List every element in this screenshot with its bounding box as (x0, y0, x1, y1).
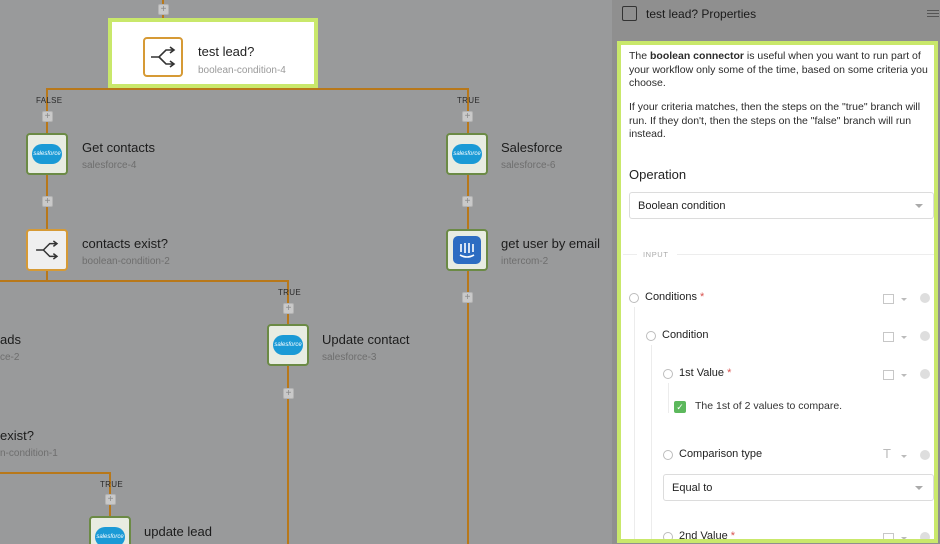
step-title[interactable]: ads (0, 332, 21, 347)
expand-toggle[interactable] (629, 293, 639, 303)
wire (46, 88, 469, 90)
status-dot (920, 331, 930, 341)
salesforce-logo-icon: salesforce (95, 527, 125, 544)
chevron-down-icon[interactable] (901, 298, 907, 301)
step-title[interactable]: get user by email (501, 236, 600, 251)
branch-label-true: TRUE (457, 96, 480, 105)
properties-panel: test lead? Properties The boolean connec… (612, 0, 940, 544)
first-value-label: 1st Value * (679, 367, 732, 379)
panel-body: The boolean connector is useful when you… (617, 41, 938, 543)
step-id: salesforce-6 (501, 160, 556, 171)
add-step-button[interactable]: + (462, 111, 473, 122)
add-step-button[interactable]: + (283, 303, 294, 314)
comparison-type-label: Comparison type (679, 448, 763, 460)
step-title[interactable]: Update contact (322, 332, 409, 347)
checkbox-type-icon[interactable] (883, 533, 894, 539)
add-step-button[interactable]: + (462, 196, 473, 207)
chevron-down-icon[interactable] (901, 374, 907, 377)
step-id: boolean-condition-4 (198, 65, 286, 76)
second-value-label: 2nd Value * (679, 530, 736, 542)
step-title[interactable]: update lead (144, 524, 212, 539)
branch-label-true: TRUE (100, 480, 123, 489)
operation-label: Operation (629, 167, 687, 182)
input-section-label: INPUT (643, 250, 669, 259)
settings-sliders-icon (622, 6, 637, 21)
first-value-checkbox-label: The 1st of 2 values to compare. (695, 400, 843, 412)
list-type-icon[interactable] (883, 294, 894, 304)
text-type-icon[interactable]: T (883, 446, 891, 461)
salesforce-step-icon[interactable]: salesforce (26, 133, 68, 175)
panel-title: test lead? Properties (646, 7, 757, 21)
expand-toggle[interactable] (663, 450, 673, 460)
wire (0, 472, 110, 474)
status-dot (920, 532, 930, 539)
salesforce-logo-icon: salesforce (452, 144, 482, 164)
chevron-down-icon (915, 486, 923, 490)
intercom-logo-icon (453, 236, 481, 264)
description-branches: If your criteria matches, then the steps… (629, 101, 921, 140)
operation-value: Boolean condition (638, 200, 726, 212)
branch-icon (143, 37, 183, 77)
step-title[interactable]: Salesforce (501, 140, 562, 155)
object-type-icon[interactable] (883, 332, 894, 342)
salesforce-step-icon[interactable]: salesforce (446, 133, 488, 175)
add-step-button[interactable]: + (283, 388, 294, 399)
comparison-type-select[interactable]: Equal to (663, 474, 934, 501)
step-id: intercom-2 (501, 256, 549, 267)
description: The boolean connector is useful when you… (629, 50, 928, 89)
checkbox-type-icon[interactable] (883, 370, 894, 380)
wire (287, 280, 289, 544)
step-id: salesforce-3 (322, 352, 377, 363)
salesforce-logo-icon: salesforce (32, 144, 62, 164)
salesforce-logo-icon: salesforce (273, 335, 303, 355)
workflow-canvas[interactable]: + + + + + + + + + FALSE TRUE TRUE TRUE t… (0, 0, 612, 544)
step-title[interactable]: Get contacts (82, 140, 155, 155)
add-step-button[interactable]: + (42, 196, 53, 207)
add-step-button[interactable]: + (158, 4, 169, 15)
menu-icon[interactable] (927, 10, 939, 20)
chevron-down-icon[interactable] (901, 455, 907, 458)
step-title[interactable]: contacts exist? (82, 236, 168, 251)
expand-toggle[interactable] (663, 532, 673, 539)
status-dot (920, 293, 930, 303)
step-title: test lead? (198, 44, 255, 59)
salesforce-step-icon[interactable]: salesforce (89, 516, 131, 544)
condition-label: Condition (662, 329, 709, 341)
tree-guide (651, 345, 652, 539)
selected-step-test-lead[interactable]: test lead? boolean-condition-4 (108, 18, 318, 88)
chevron-down-icon (915, 204, 923, 208)
tree-guide (668, 383, 669, 413)
add-step-button[interactable]: + (462, 292, 473, 303)
first-value-checkbox[interactable]: ✓ (674, 401, 686, 413)
add-step-button[interactable]: + (42, 111, 53, 122)
operation-select[interactable]: Boolean condition (629, 192, 934, 219)
branch-icon (36, 240, 59, 260)
step-id: boolean-condition-2 (82, 256, 170, 267)
add-step-button[interactable]: + (105, 494, 116, 505)
tree-guide (634, 307, 635, 539)
divider (623, 254, 637, 255)
status-dot (920, 369, 930, 379)
expand-toggle[interactable] (646, 331, 656, 341)
chevron-down-icon[interactable] (901, 537, 907, 539)
comparison-value: Equal to (672, 482, 713, 494)
panel-header: test lead? Properties (612, 0, 940, 30)
step-id: n-condition-1 (0, 448, 58, 459)
step-id: salesforce-4 (82, 160, 137, 171)
status-dot (920, 450, 930, 460)
branch-step-icon[interactable] (26, 229, 68, 271)
divider (677, 254, 934, 255)
step-id: ce-2 (0, 352, 20, 363)
step-title[interactable]: exist? (0, 428, 34, 443)
chevron-down-icon[interactable] (901, 336, 907, 339)
conditions-label: Conditions * (645, 291, 705, 303)
wire (0, 280, 289, 282)
branch-label-true: TRUE (278, 288, 301, 297)
branch-label-false: FALSE (36, 96, 63, 105)
salesforce-step-icon[interactable]: salesforce (267, 324, 309, 366)
intercom-step-icon[interactable] (446, 229, 488, 271)
expand-toggle[interactable] (663, 369, 673, 379)
